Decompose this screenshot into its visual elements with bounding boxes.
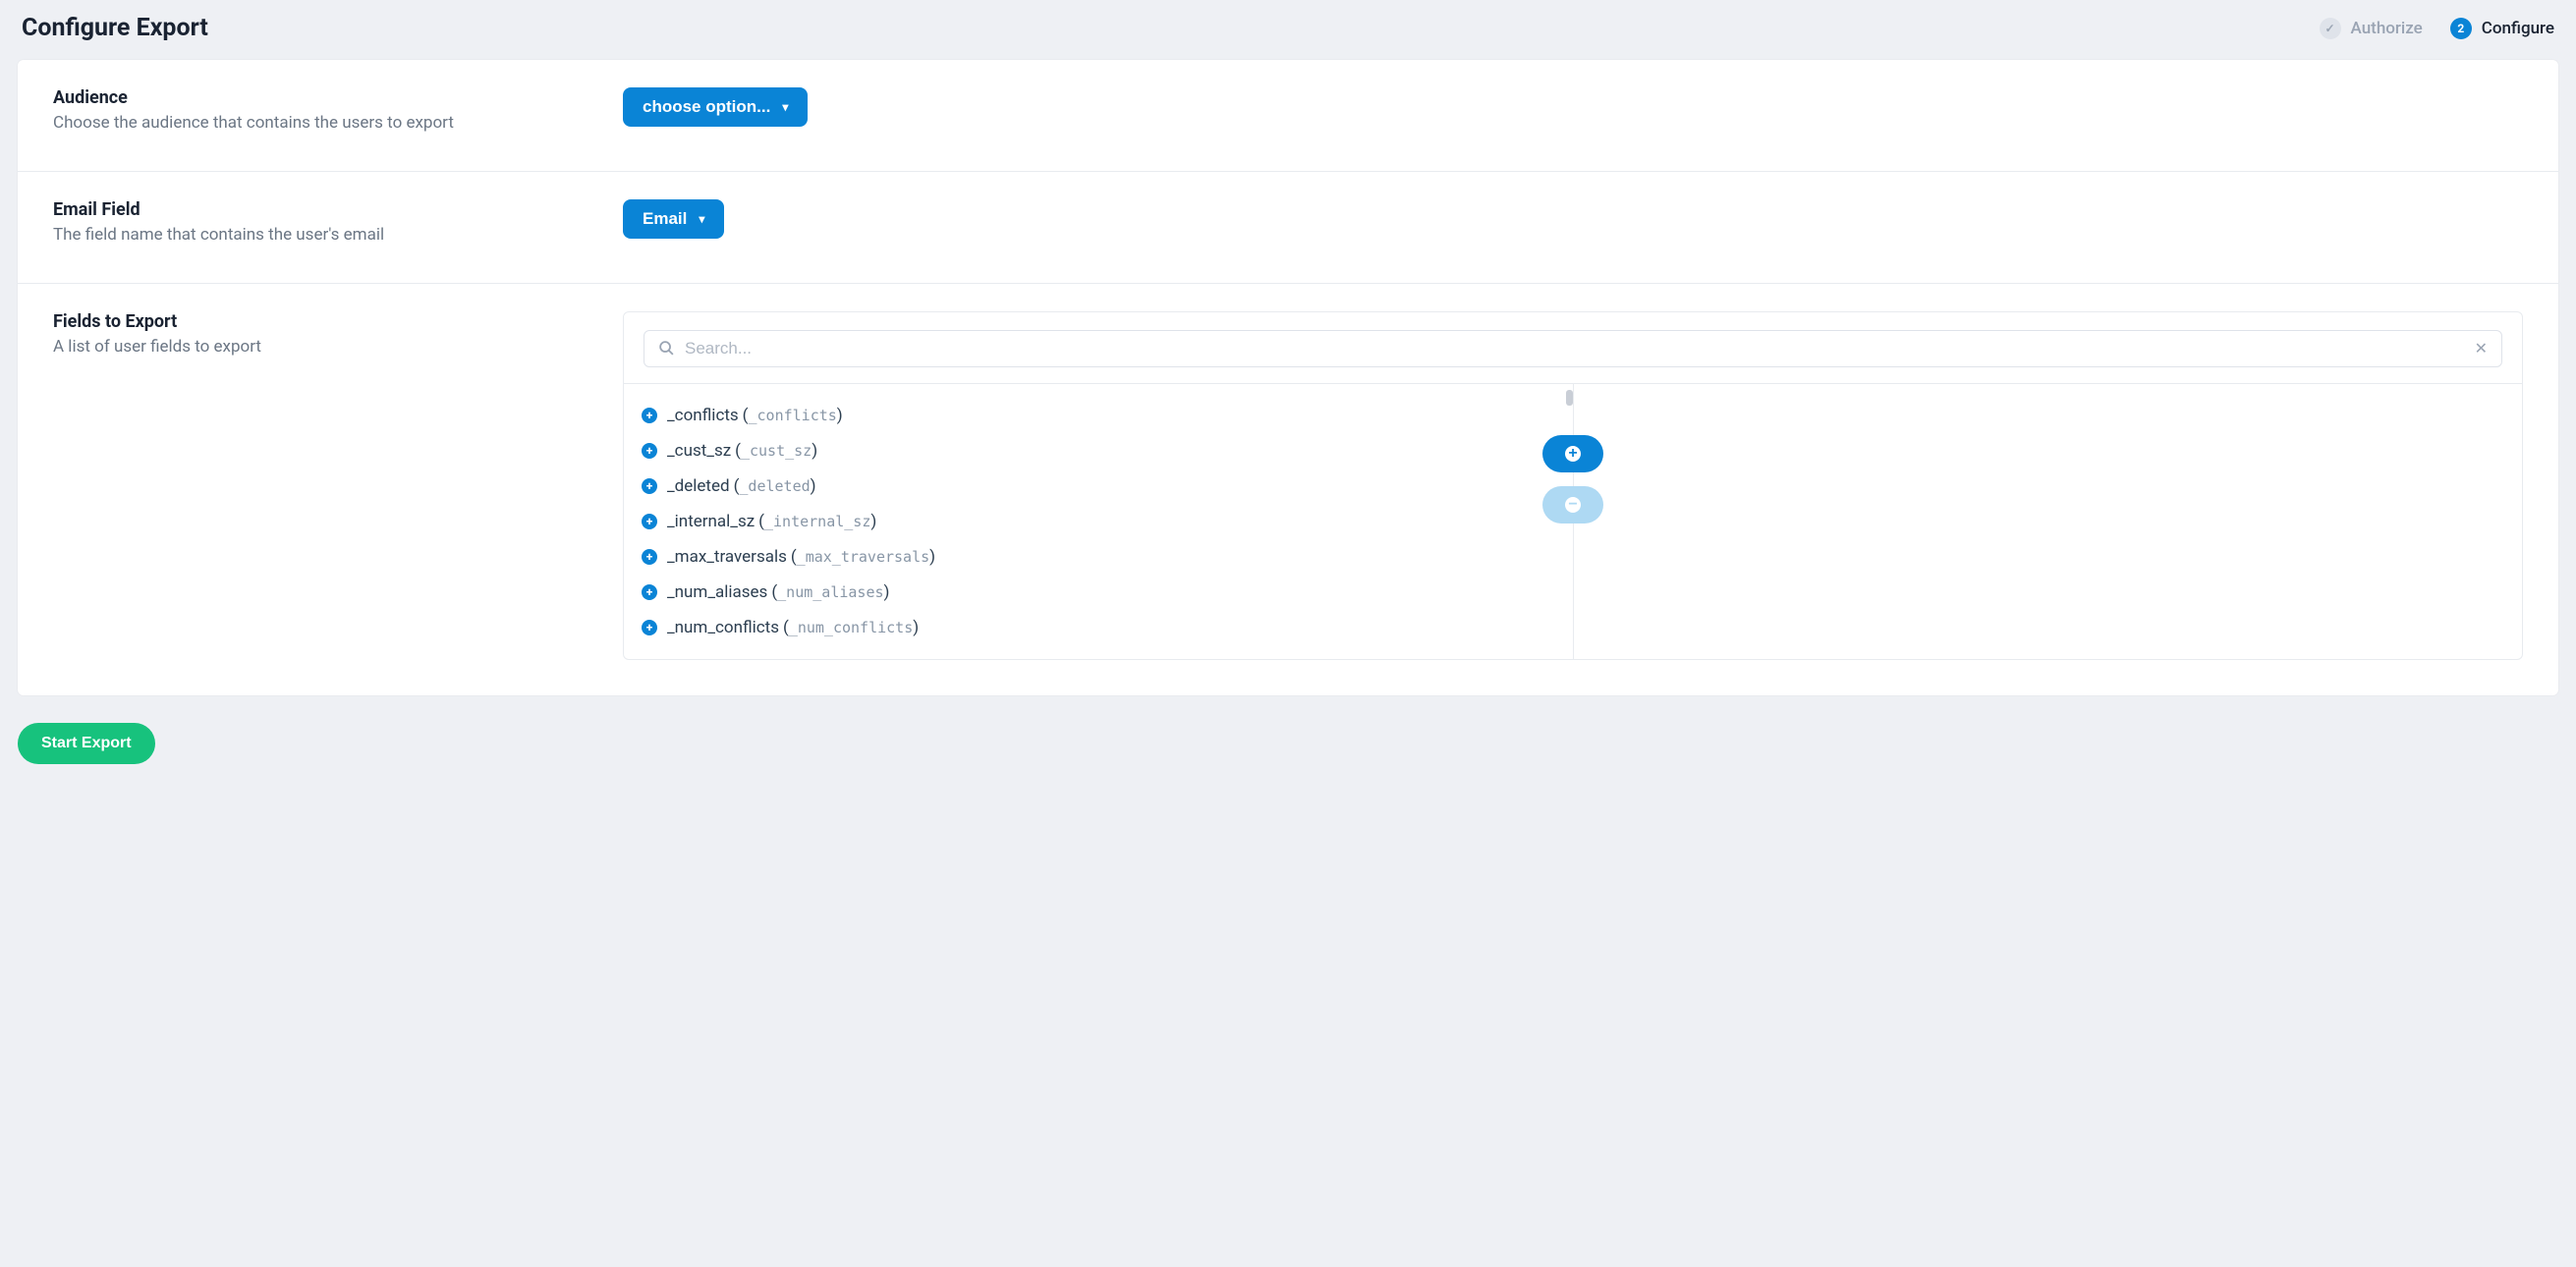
field-name: _internal_sz (667, 512, 755, 531)
step-label: Authorize (2351, 19, 2423, 38)
fields-panel: ✕ + _conflicts (_conflicts) (623, 311, 2523, 660)
section-title: Fields to Export (53, 311, 584, 332)
field-item[interactable]: + _num_aliases (_num_aliases) (624, 575, 1573, 610)
plus-circle-icon: + (642, 443, 657, 459)
field-item[interactable]: + _num_conflicts (_num_conflicts) (624, 610, 1573, 645)
field-alias: _cust_sz (741, 442, 812, 460)
fields-search-input[interactable] (685, 339, 2465, 358)
plus-circle-icon: + (642, 584, 657, 600)
field-alias: _conflicts (748, 407, 836, 424)
fields-search-wrap: ✕ (644, 330, 2502, 367)
field-name: _max_traversals (667, 547, 787, 567)
available-fields-column: + _conflicts (_conflicts) + _cust_sz (624, 384, 1573, 659)
section-title: Email Field (53, 199, 584, 220)
step-authorize[interactable]: ✓ Authorize (2320, 18, 2423, 39)
audience-dropdown[interactable]: choose option... ▾ (623, 87, 808, 127)
field-name: _cust_sz (667, 441, 731, 461)
scrollbar-thumb[interactable] (1566, 390, 1573, 406)
section-title: Audience (53, 87, 584, 108)
dropdown-label: Email (643, 209, 687, 229)
clear-icon[interactable]: ✕ (2475, 339, 2488, 358)
field-item[interactable]: + _conflicts (_conflicts) (624, 398, 1573, 433)
plus-icon: + (1565, 446, 1581, 462)
transfer-controls: + − (1542, 435, 1603, 523)
header-row: Configure Export ✓ Authorize 2 Configure (18, 14, 2558, 42)
chevron-down-icon: ▾ (782, 100, 788, 114)
field-name: _num_conflicts (667, 618, 779, 637)
field-name: _deleted (667, 476, 730, 496)
dropdown-label: choose option... (643, 97, 770, 117)
field-alias: _max_traversals (797, 548, 929, 566)
start-export-button[interactable]: Start Export (18, 723, 155, 764)
field-item[interactable]: + _deleted (_deleted) (624, 468, 1573, 504)
section-audience: Audience Choose the audience that contai… (18, 60, 2558, 172)
step-number-icon: 2 (2450, 18, 2472, 39)
field-alias: _num_aliases (777, 583, 883, 601)
plus-circle-icon: + (642, 478, 657, 494)
plus-circle-icon: + (642, 620, 657, 635)
plus-circle-icon: + (642, 549, 657, 565)
page-title: Configure Export (22, 14, 208, 42)
section-email-field: Email Field The field name that contains… (18, 172, 2558, 284)
section-desc: Choose the audience that contains the us… (53, 112, 584, 136)
section-desc: A list of user fields to export (53, 336, 584, 359)
email-field-dropdown[interactable]: Email ▾ (623, 199, 724, 239)
chevron-down-icon: ▾ (699, 212, 704, 226)
field-alias: _internal_sz (764, 513, 870, 530)
field-name: _num_aliases (667, 582, 767, 602)
minus-icon: − (1565, 497, 1581, 513)
check-icon: ✓ (2320, 18, 2341, 39)
field-alias: _num_conflicts (789, 619, 913, 636)
selected-fields-column (1573, 384, 2523, 659)
field-alias: _deleted (739, 477, 810, 495)
plus-circle-icon: + (642, 408, 657, 423)
footer: Start Export (18, 723, 2558, 764)
search-icon (658, 340, 675, 357)
step-label: Configure (2482, 19, 2554, 38)
config-card: Audience Choose the audience that contai… (18, 60, 2558, 695)
field-item[interactable]: + _max_traversals (_max_traversals) (624, 539, 1573, 575)
add-all-button[interactable]: + (1542, 435, 1603, 472)
section-desc: The field name that contains the user's … (53, 224, 584, 248)
remove-all-button[interactable]: − (1542, 486, 1603, 523)
fields-columns: + _conflicts (_conflicts) + _cust_sz (624, 383, 2522, 659)
field-item[interactable]: + _cust_sz (_cust_sz) (624, 433, 1573, 468)
field-item[interactable]: + _internal_sz (_internal_sz) (624, 504, 1573, 539)
step-configure[interactable]: 2 Configure (2450, 18, 2554, 39)
section-fields-to-export: Fields to Export A list of user fields t… (18, 284, 2558, 695)
field-name: _conflicts (667, 406, 739, 425)
wizard-steps: ✓ Authorize 2 Configure (2320, 18, 2554, 39)
plus-circle-icon: + (642, 514, 657, 529)
